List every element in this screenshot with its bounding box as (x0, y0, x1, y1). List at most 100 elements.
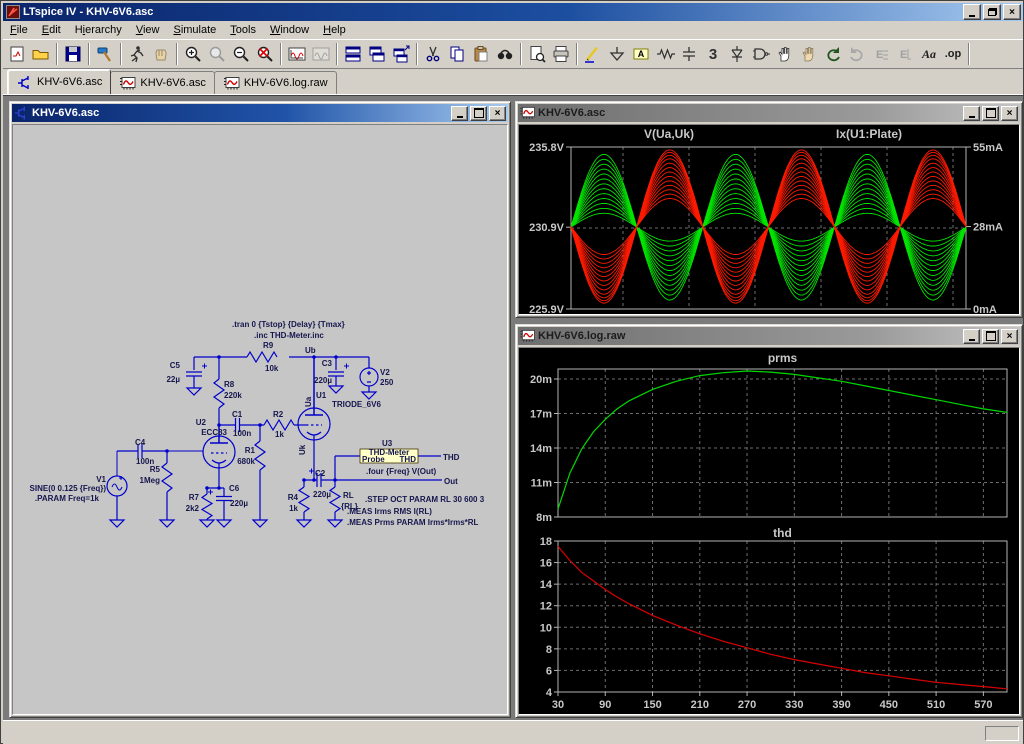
diode-icon[interactable] (725, 41, 749, 67)
mdi-workspace: KHV-6V6.asc × (3, 95, 1023, 720)
svg-text:150: 150 (643, 699, 661, 711)
svg-text:225.9V: 225.9V (529, 304, 565, 316)
print-icon[interactable] (549, 41, 573, 67)
waveform-minimize-button[interactable] (963, 106, 980, 121)
waveform-close-button[interactable]: × (1001, 106, 1018, 121)
menu-hierarchy[interactable]: Hierarchy (68, 22, 129, 38)
svg-text:C6: C6 (229, 484, 240, 493)
cascade-windows-icon[interactable] (365, 41, 389, 67)
log-plot-pane[interactable]: 20m17m14m11m8mprms1816141210864309015021… (518, 347, 1020, 715)
rotate-icon[interactable]: E (893, 41, 917, 67)
component-gate-icon[interactable] (749, 41, 773, 67)
svg-text:20m: 20m (530, 374, 552, 386)
control-panel-hammer-icon[interactable] (93, 41, 117, 67)
zoom-fit-icon[interactable] (205, 41, 229, 67)
paste-icon[interactable] (469, 41, 493, 67)
svg-text:A: A (638, 49, 645, 59)
svg-text:12: 12 (540, 601, 552, 613)
mirror-icon[interactable]: E (869, 41, 893, 67)
capacitor-icon[interactable] (677, 41, 701, 67)
status-field (985, 726, 1019, 741)
find-icon[interactable] (493, 41, 517, 67)
ltspice-app: { "window": { "title": "LTspice IV - KHV… (0, 0, 1024, 744)
svg-text:0mA: 0mA (973, 304, 997, 316)
menu-simulate[interactable]: Simulate (166, 22, 223, 38)
waveform-pane-disabled-icon[interactable] (309, 41, 333, 67)
zoom-full-extents-icon[interactable] (253, 41, 277, 67)
schematic-window-title: KHV-6V6.asc (32, 107, 99, 119)
wire-pencil-icon[interactable] (581, 41, 605, 67)
cascade-restore-icon[interactable] (389, 41, 413, 67)
log-close-button[interactable]: × (1001, 329, 1018, 344)
new-schematic-icon[interactable] (5, 41, 29, 67)
waveform-window: KHV-6V6.asc × 235.8V230.9V225.9V55mA28mA… (515, 101, 1023, 318)
net-label-icon[interactable]: A (629, 41, 653, 67)
move-hand-icon[interactable] (773, 41, 797, 67)
undo-icon[interactable] (821, 41, 845, 67)
menu-edit[interactable]: Edit (35, 22, 68, 38)
waveform-doc-icon (520, 106, 535, 120)
menu-help[interactable]: Help (316, 22, 353, 38)
open-icon[interactable] (29, 41, 53, 67)
log-window-titlebar[interactable]: KHV-6V6.log.raw × (518, 327, 1020, 345)
schematic-maximize-button[interactable] (470, 106, 487, 121)
toolbar: A 3 E E Aa .op (3, 39, 1023, 69)
svg-text:C2: C2 (315, 469, 326, 478)
svg-text:U3: U3 (382, 439, 393, 448)
menu-tools[interactable]: Tools (223, 22, 263, 38)
zoom-out-icon[interactable] (229, 41, 253, 67)
schematic-canvas[interactable]: .tran 0 {Tstop} {Delay} {Tmax} .inc THD-… (12, 124, 508, 715)
redo-icon[interactable] (845, 41, 869, 67)
svg-text:Ix(U1:Plate): Ix(U1:Plate) (836, 127, 902, 141)
schematic-window-titlebar[interactable]: KHV-6V6.asc × (12, 104, 508, 122)
resistor-icon[interactable] (653, 41, 677, 67)
menu-file[interactable]: File (3, 22, 35, 38)
svg-text:C4: C4 (135, 438, 146, 447)
copy-icon[interactable] (445, 41, 469, 67)
log-minimize-button[interactable] (963, 329, 980, 344)
svg-text:thd: thd (773, 526, 792, 540)
svg-text:1Meg: 1Meg (140, 476, 161, 485)
svg-text:330: 330 (785, 699, 803, 711)
tab-1-khv-6v6.asc[interactable]: KHV-6V6.asc (110, 71, 214, 94)
svg-text:22µ: 22µ (166, 375, 180, 384)
svg-text:V1: V1 (96, 475, 106, 484)
menu-bar: FileEditHierarchyViewSimulateToolsWindow… (3, 21, 1023, 39)
svg-text:14m: 14m (530, 443, 552, 455)
svg-text:8m: 8m (536, 512, 552, 524)
svg-text:R5: R5 (150, 465, 161, 474)
waveform-maximize-button[interactable] (982, 106, 999, 121)
halt-hand-icon[interactable] (149, 41, 173, 67)
svg-text:510: 510 (927, 699, 945, 711)
schematic-minimize-button[interactable] (451, 106, 468, 121)
waveform-plot-pane[interactable]: 235.8V230.9V225.9V55mA28mA0mAV(Ua,Uk)Ix(… (518, 124, 1020, 315)
run-icon[interactable] (125, 41, 149, 67)
menu-window[interactable]: Window (263, 22, 316, 38)
text-tool-icon[interactable]: Aa (917, 41, 941, 67)
zoom-in-icon[interactable] (181, 41, 205, 67)
minimize-button[interactable] (963, 4, 981, 20)
inductor-icon[interactable]: 3 (701, 41, 725, 67)
tab-0-khv-6v6.asc[interactable]: KHV-6V6.asc (7, 69, 111, 94)
restore-button[interactable] (983, 4, 1001, 20)
schematic-close-button[interactable]: × (489, 106, 506, 121)
svg-text:450: 450 (880, 699, 898, 711)
waveform-window-titlebar[interactable]: KHV-6V6.asc × (518, 104, 1020, 122)
tab-2-khv-6v6.log.raw[interactable]: KHV-6V6.log.raw (214, 71, 337, 94)
print-preview-icon[interactable] (525, 41, 549, 67)
drag-hand-icon[interactable] (797, 41, 821, 67)
spice-directive-icon[interactable]: .op (941, 41, 965, 67)
svg-text:TRIODE_6V6: TRIODE_6V6 (332, 400, 381, 409)
close-button[interactable]: × (1003, 4, 1021, 20)
svg-text:680k: 680k (237, 457, 255, 466)
waveform-pane-icon[interactable] (285, 41, 309, 67)
ground-icon[interactable] (605, 41, 629, 67)
svg-text:THD: THD (400, 455, 417, 464)
cut-icon[interactable] (421, 41, 445, 67)
save-icon[interactable] (61, 41, 85, 67)
svg-text:1k: 1k (289, 504, 298, 513)
log-maximize-button[interactable] (982, 329, 999, 344)
menu-view[interactable]: View (129, 22, 167, 38)
svg-text:220µ: 220µ (313, 490, 331, 499)
tile-windows-icon[interactable] (341, 41, 365, 67)
